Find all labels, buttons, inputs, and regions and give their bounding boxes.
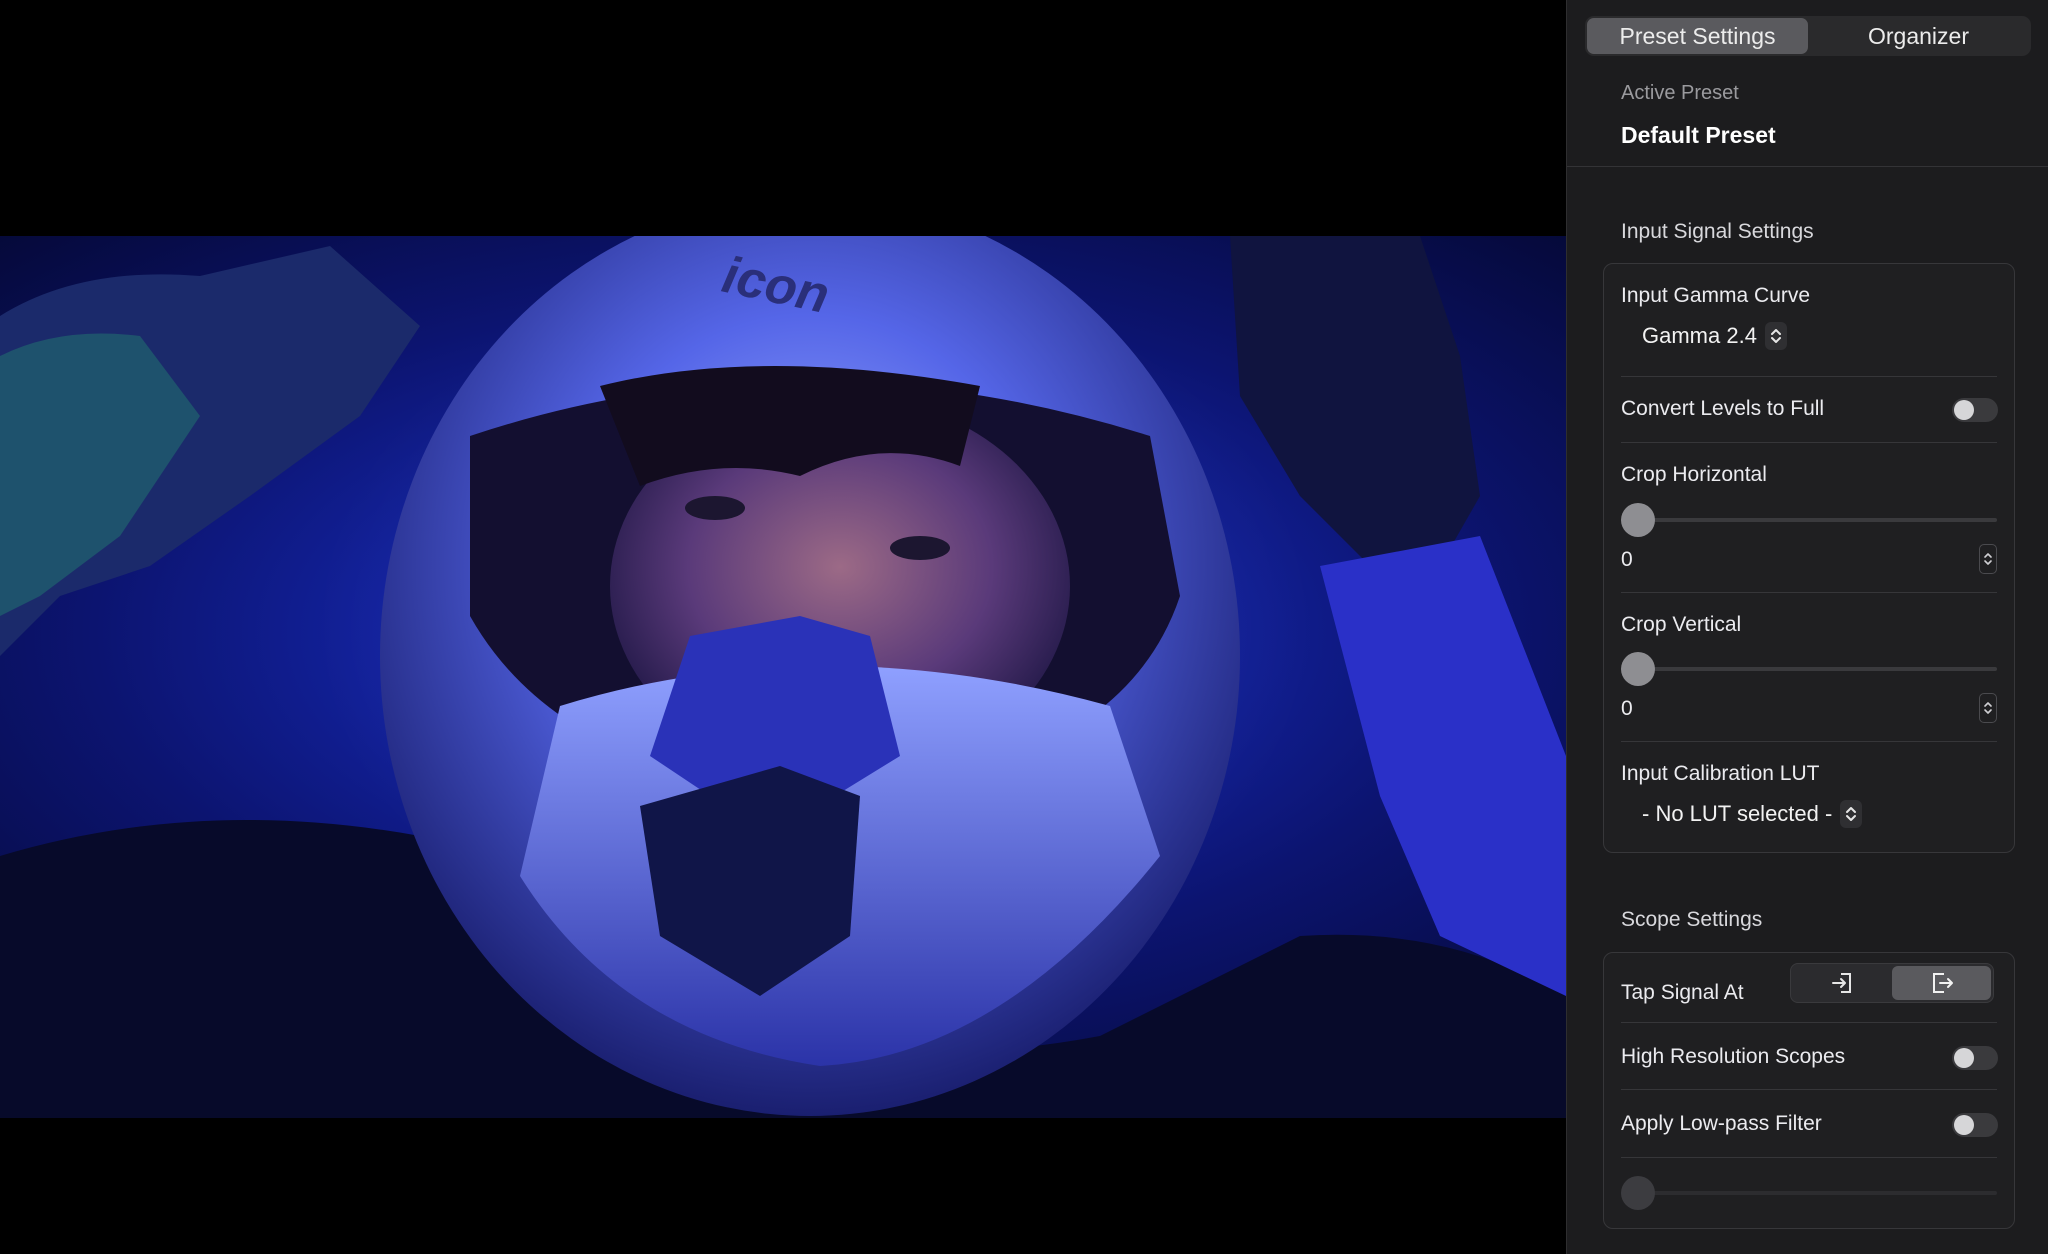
tab-preset-settings[interactable]: Preset Settings [1587,18,1808,54]
scope-section-title: Scope Settings [1621,908,1763,931]
toggle-knob [1954,1115,1974,1135]
toggle-knob [1954,1048,1974,1068]
tap-input-button[interactable] [1793,966,1892,1000]
tap-signal-label: Tap Signal At [1621,981,1744,1004]
high-res-scopes-label: High Resolution Scopes [1621,1045,1846,1068]
input-lut-label: Input Calibration LUT [1621,762,1820,785]
separator [1621,376,1997,377]
crop-vertical-stepper[interactable] [1979,693,1997,723]
toggle-knob [1954,400,1974,420]
tap-signal-control [1790,963,1994,1003]
separator [1621,1089,1997,1090]
crop-horizontal-value[interactable]: 0 [1621,548,1633,572]
convert-levels-toggle[interactable] [1952,398,1998,422]
separator [1621,741,1997,742]
input-signal-section-title: Input Signal Settings [1621,220,1814,243]
video-viewer: icon [0,0,1566,1254]
tap-output-button[interactable] [1892,966,1991,1000]
header-divider [1567,166,2048,167]
separator [1621,442,1997,443]
separator [1621,1157,1997,1158]
video-frame: icon [0,236,1566,1118]
updown-chevron-icon [1840,800,1863,828]
arrow-into-box-icon [1831,973,1851,993]
crop-horizontal-slider-thumb[interactable] [1621,503,1655,537]
crop-vertical-label: Crop Vertical [1621,613,1742,636]
input-gamma-value: Gamma 2.4 [1642,323,1757,348]
arrow-out-of-box-icon [1932,973,1953,993]
sidebar-tab-control: Preset Settings Organizer [1585,16,2031,56]
separator [1621,1022,1997,1023]
convert-levels-label: Convert Levels to Full [1621,397,1825,420]
crop-horizontal-slider[interactable] [1621,518,1997,522]
crop-vertical-value[interactable]: 0 [1621,697,1633,721]
input-lut-popup[interactable]: - No LUT selected - [1642,800,1863,828]
input-lut-value: - No LUT selected - [1642,801,1833,826]
low-pass-filter-slider[interactable] [1621,1191,1997,1195]
low-pass-filter-toggle[interactable] [1952,1113,1998,1137]
inspector-sidebar: Preset Settings Organizer Active Preset … [1566,0,2048,1254]
crop-horizontal-stepper[interactable] [1979,544,1997,574]
input-gamma-popup[interactable]: Gamma 2.4 [1642,322,1787,350]
active-preset-label: Active Preset [1621,82,1739,104]
active-preset-name: Default Preset [1621,122,1776,148]
crop-vertical-slider-thumb[interactable] [1621,652,1655,686]
low-pass-filter-label: Apply Low-pass Filter [1621,1112,1822,1135]
low-pass-filter-slider-thumb[interactable] [1621,1176,1655,1210]
helmet-rider-image: icon [0,236,1566,1118]
updown-chevron-icon [1764,322,1787,350]
tab-organizer[interactable]: Organizer [1808,18,2029,54]
high-res-scopes-toggle[interactable] [1952,1046,1998,1070]
crop-horizontal-label: Crop Horizontal [1621,463,1767,486]
separator [1621,592,1997,593]
scope-group: Tap Signal At High Resolution Scopes App… [1603,952,2015,1229]
input-gamma-label: Input Gamma Curve [1621,284,1811,307]
input-signal-group: Input Gamma Curve Gamma 2.4 Convert Leve… [1603,263,2015,853]
updown-chevron-icon [1984,702,1992,714]
crop-vertical-slider[interactable] [1621,667,1997,671]
updown-chevron-icon [1984,553,1992,565]
